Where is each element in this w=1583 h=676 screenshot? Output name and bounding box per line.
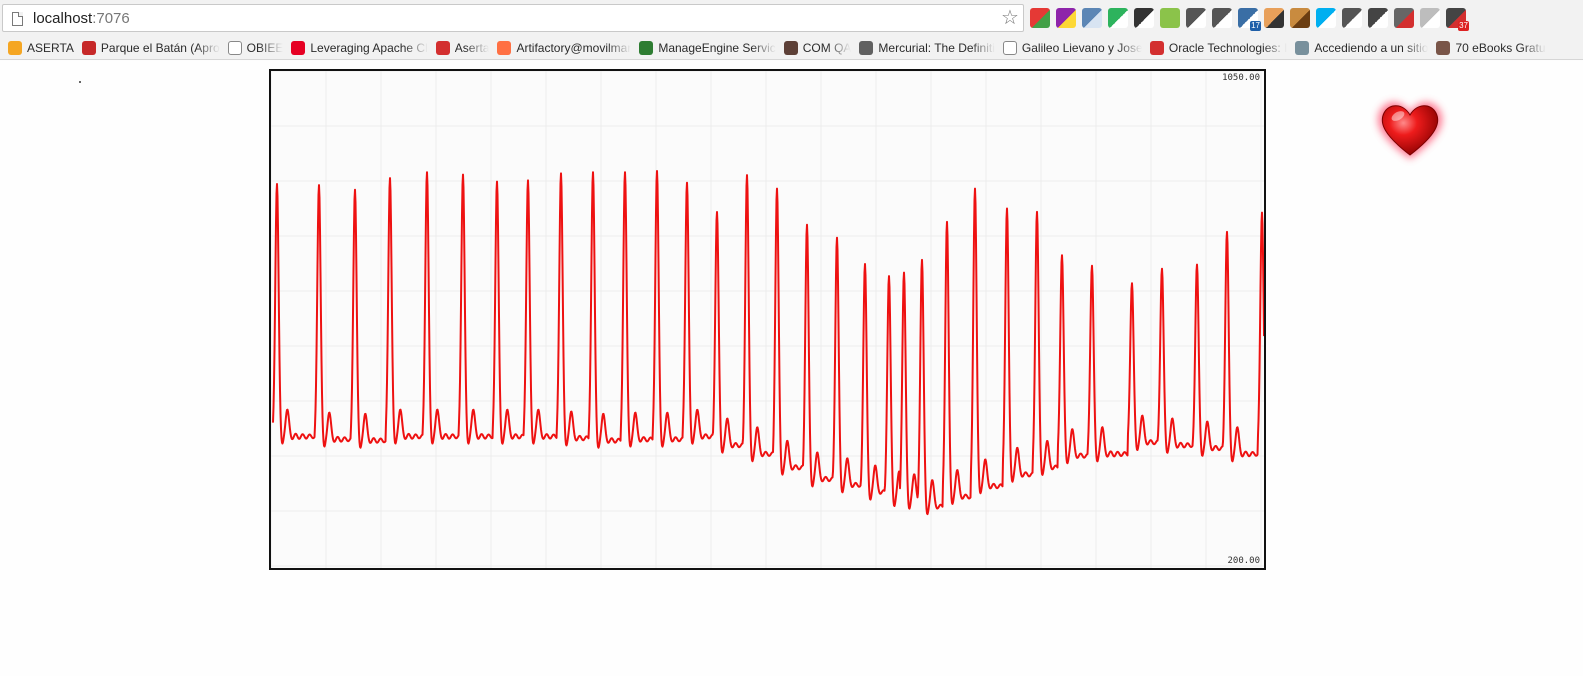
bookmark-item[interactable]: Artifactory@movilmar <box>497 36 632 59</box>
bookmark-item[interactable]: OBIEE <box>227 36 284 59</box>
incognito-icon[interactable] <box>1134 8 1154 28</box>
y-max-label: 1050.00 <box>1222 73 1260 83</box>
eyedropper-icon[interactable] <box>1394 8 1414 28</box>
feather-icon[interactable] <box>1420 8 1440 28</box>
comqa-icon <box>783 40 798 55</box>
selection-tool-icon[interactable] <box>1056 8 1076 28</box>
mailvelope-icon[interactable] <box>1342 8 1362 28</box>
counter-icon[interactable]: 17 <box>1238 8 1261 31</box>
address-bar[interactable]: localhost:7076 ☆ <box>2 4 1024 32</box>
pinterest-icon <box>291 40 306 55</box>
bookmark-label: Artifactory@movilmar <box>516 40 632 55</box>
bookmark-item[interactable]: Aserta <box>435 36 490 59</box>
chili-icon <box>81 40 96 55</box>
calendar-icon[interactable]: 37 <box>1446 8 1469 31</box>
stray-dot <box>79 81 81 83</box>
extension-icons: 17 37 <box>1030 8 1469 31</box>
bookmark-label: Oracle Technologies: I <box>1168 40 1288 55</box>
arc-icon <box>435 40 450 55</box>
artifactory-icon <box>497 40 512 55</box>
bookmark-label: ManageEngine Servic <box>658 40 776 55</box>
page-icon <box>12 12 23 26</box>
url-text[interactable]: localhost:7076 <box>33 10 130 27</box>
bookmark-label: Leveraging Apache Cl <box>310 40 428 55</box>
y-min-label: 200.00 <box>1227 556 1260 566</box>
chart-canvas <box>271 71 1264 568</box>
extension-badge: 37 <box>1458 21 1469 31</box>
page-icon <box>1002 40 1017 55</box>
url-port: :7076 <box>92 10 130 27</box>
bookmark-item[interactable]: Accediendo a un sitio <box>1295 36 1429 59</box>
cookie-icon[interactable] <box>1290 8 1310 28</box>
skype-icon[interactable] <box>1316 8 1336 28</box>
question-icon <box>1149 40 1164 55</box>
browser-toolbar: localhost:7076 ☆ 17 37 <box>0 0 1583 36</box>
bookmark-item[interactable]: ASERTA <box>8 36 74 59</box>
url-host: localhost <box>33 10 93 27</box>
aserta-icon <box>8 40 22 55</box>
screenshot-icon[interactable] <box>1368 8 1388 28</box>
cast-icon[interactable] <box>1212 8 1232 28</box>
bookmark-item[interactable]: Galileo Lievano y Jose <box>1002 36 1142 59</box>
android-icon[interactable] <box>1160 8 1180 28</box>
bookmark-label: Accediendo a un sitio <box>1314 40 1429 55</box>
bookmarks-bar: ASERTA Parque el Batán (Apro OBIEE Leveragi… <box>0 36 1583 60</box>
refresh-icon[interactable] <box>1186 8 1206 28</box>
bookmark-label: Aserta <box>454 40 490 55</box>
ecg-chart: 1050.00 200.00 <box>269 69 1266 570</box>
ecg-series-line <box>272 170 1264 516</box>
bookmark-item[interactable]: ManageEngine Servic <box>639 36 776 59</box>
bookmark-label: Galileo Lievano y Jose <box>1021 40 1142 55</box>
bookmark-item[interactable]: Parque el Batán (Apro <box>81 36 220 59</box>
extension-badge: 17 <box>1250 21 1261 31</box>
page-icon <box>227 40 242 55</box>
manageengine-icon <box>639 40 654 55</box>
bookmark-label: OBIEE <box>246 40 284 55</box>
bookmark-item[interactable]: Oracle Technologies: I <box>1149 36 1288 59</box>
bookmark-label: Parque el Batán (Apro <box>100 40 220 55</box>
window-resizer-icon[interactable] <box>1082 8 1102 28</box>
face-icon[interactable] <box>1264 8 1284 28</box>
bookmark-label: Mercurial: The Definiti <box>878 40 995 55</box>
bookmark-star-icon[interactable]: ☆ <box>1001 7 1019 29</box>
bookmark-label: ASERTA <box>27 40 74 55</box>
bookmark-item[interactable]: Leveraging Apache Cl <box>291 36 428 59</box>
person-icon <box>1295 40 1310 55</box>
bookmark-label: 70 eBooks Gratu <box>1455 40 1546 55</box>
color-wheel-icon[interactable] <box>1030 8 1050 28</box>
bookmark-item[interactable]: COM QA <box>783 36 852 59</box>
bookmark-item[interactable]: 70 eBooks Gratu <box>1436 36 1546 59</box>
browser-window: localhost:7076 ☆ 17 37 ASERTA Parque el Ba… <box>0 0 1583 676</box>
quill-icon <box>859 40 874 55</box>
bookmark-label: COM QA <box>802 40 852 55</box>
heart-icon <box>1377 102 1443 159</box>
bookmark-item[interactable]: Mercurial: The Definiti <box>859 36 995 59</box>
book-icon <box>1436 40 1451 55</box>
evernote-icon[interactable] <box>1108 8 1128 28</box>
page-content: 1050.00 200.00 <box>0 61 1583 676</box>
